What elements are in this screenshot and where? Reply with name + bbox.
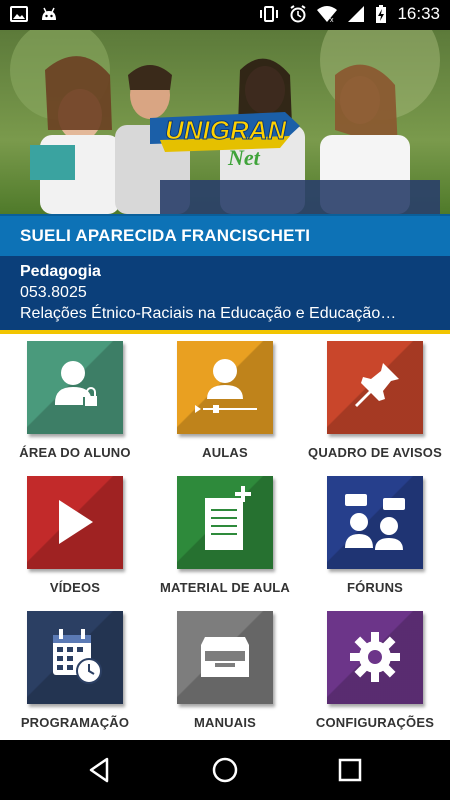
menu-label: MATERIAL DE AULA — [159, 580, 291, 595]
recents-icon[interactable] — [335, 755, 365, 785]
alarm-icon — [290, 5, 307, 23]
student-name: SUELI APARECIDA FRANCISCHETI — [20, 226, 311, 245]
svg-text:UNIGRAN: UNIGRAN — [165, 115, 288, 145]
hero-banner: UNIGRAN Net — [0, 30, 450, 214]
menu-label: VÍDEOS — [49, 580, 101, 595]
menu-label: AULAS — [202, 445, 248, 460]
android-nav-bar — [0, 740, 450, 800]
gallery-notification-icon — [10, 6, 28, 22]
android-notification-icon — [42, 7, 56, 20]
menu-tile[interactable] — [327, 341, 423, 434]
gear-icon — [350, 632, 400, 682]
menu-item-manuais[interactable]: MANUAIS — [150, 604, 300, 739]
menu-label: FÓRUNS — [346, 580, 404, 595]
menu-item-foruns[interactable]: FÓRUNS — [300, 469, 450, 604]
menu-tile[interactable] — [27, 611, 123, 704]
menu-item-material-de-aula[interactable]: MATERIAL DE AULA — [150, 469, 300, 604]
user-lock-icon — [55, 361, 97, 406]
forum-icon — [345, 494, 405, 550]
menu-tile[interactable] — [327, 476, 423, 569]
document-add-icon — [205, 486, 251, 550]
vibrate-icon — [260, 6, 279, 22]
user-video-icon — [195, 359, 257, 413]
menu-item-configuracoes[interactable]: CONFIGURAÇÕES — [300, 604, 450, 739]
student-name-band: SUELI APARECIDA FRANCISCHETI — [0, 214, 450, 258]
archive-tray-icon — [201, 637, 249, 677]
menu-label: MANUAIS — [193, 715, 257, 730]
course-name: Pedagogia — [20, 263, 101, 280]
menu-label: ÁREA DO ALUNO — [19, 445, 131, 460]
svg-text:Net: Net — [227, 145, 261, 170]
svg-text:x: x — [330, 17, 334, 23]
menu-label: PROGRAMAÇÃO — [20, 715, 130, 730]
status-bar: x 16:33 — [0, 0, 450, 30]
menu-item-videos[interactable]: VÍDEOS — [0, 469, 150, 604]
play-icon — [59, 500, 93, 544]
menu-label: CONFIGURAÇÕES — [315, 715, 435, 730]
course-info: Pedagogia 053.8025 Relações Étnico-Racia… — [0, 256, 450, 330]
menu-tile[interactable] — [27, 476, 123, 569]
wifi-icon: x — [317, 6, 338, 23]
menu-label: QUADRO DE AVISOS — [308, 445, 442, 460]
menu-item-quadro-de-avisos[interactable]: QUADRO DE AVISOS — [300, 334, 450, 469]
subject-name: Relações Étnico-Raciais na Educação e Ed… — [20, 305, 397, 322]
menu-grid: ÁREA DO ALUNO AULAS QUADRO DE AVISOS VÍD… — [0, 334, 450, 740]
menu-tile[interactable] — [327, 611, 423, 704]
menu-item-programacao[interactable]: PROGRAMAÇÃO — [0, 604, 150, 739]
menu-item-area-do-aluno[interactable]: ÁREA DO ALUNO — [0, 334, 150, 469]
calendar-clock-icon — [53, 629, 102, 684]
menu-tile[interactable] — [177, 611, 273, 704]
menu-tile[interactable] — [177, 341, 273, 434]
home-icon[interactable] — [210, 755, 240, 785]
menu-tile[interactable] — [27, 341, 123, 434]
menu-tile[interactable] — [177, 476, 273, 569]
menu-item-aulas[interactable]: AULAS — [150, 334, 300, 469]
signal-icon — [348, 6, 365, 22]
pushpin-icon — [355, 363, 399, 407]
course-code: 053.8025 — [20, 284, 87, 301]
battery-charging-icon — [376, 5, 387, 23]
back-icon[interactable] — [85, 755, 115, 785]
clock: 16:33 — [397, 4, 440, 23]
